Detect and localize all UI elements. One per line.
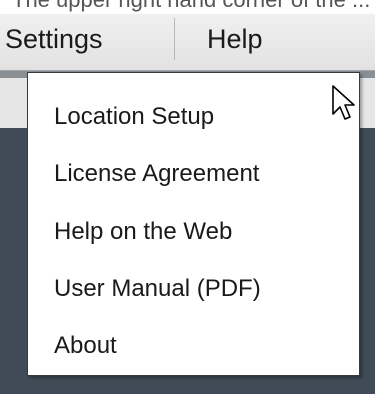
menu-separator [174, 18, 175, 60]
menu-item-about[interactable]: About [54, 331, 117, 361]
menu-item-help-on-the-web[interactable]: Help on the Web [54, 217, 232, 247]
menu-item-license-agreement[interactable]: License Agreement [54, 159, 259, 189]
help-dropdown-menu: Location Setup License Agreement Help on… [27, 72, 360, 376]
menu-item-location-setup[interactable]: Location Setup [54, 102, 214, 132]
menu-item-user-manual[interactable]: User Manual (PDF) [54, 274, 261, 304]
mouse-pointer-icon [332, 85, 355, 120]
menu-help[interactable]: Help [207, 23, 263, 55]
clipped-caption-strip: The upper right hand corner of the ... [0, 0, 375, 14]
menu-settings[interactable]: Settings [5, 23, 103, 55]
clipped-caption-text: The upper right hand corner of the ... [12, 0, 370, 13]
menu-bar: Settings Help [0, 14, 375, 70]
